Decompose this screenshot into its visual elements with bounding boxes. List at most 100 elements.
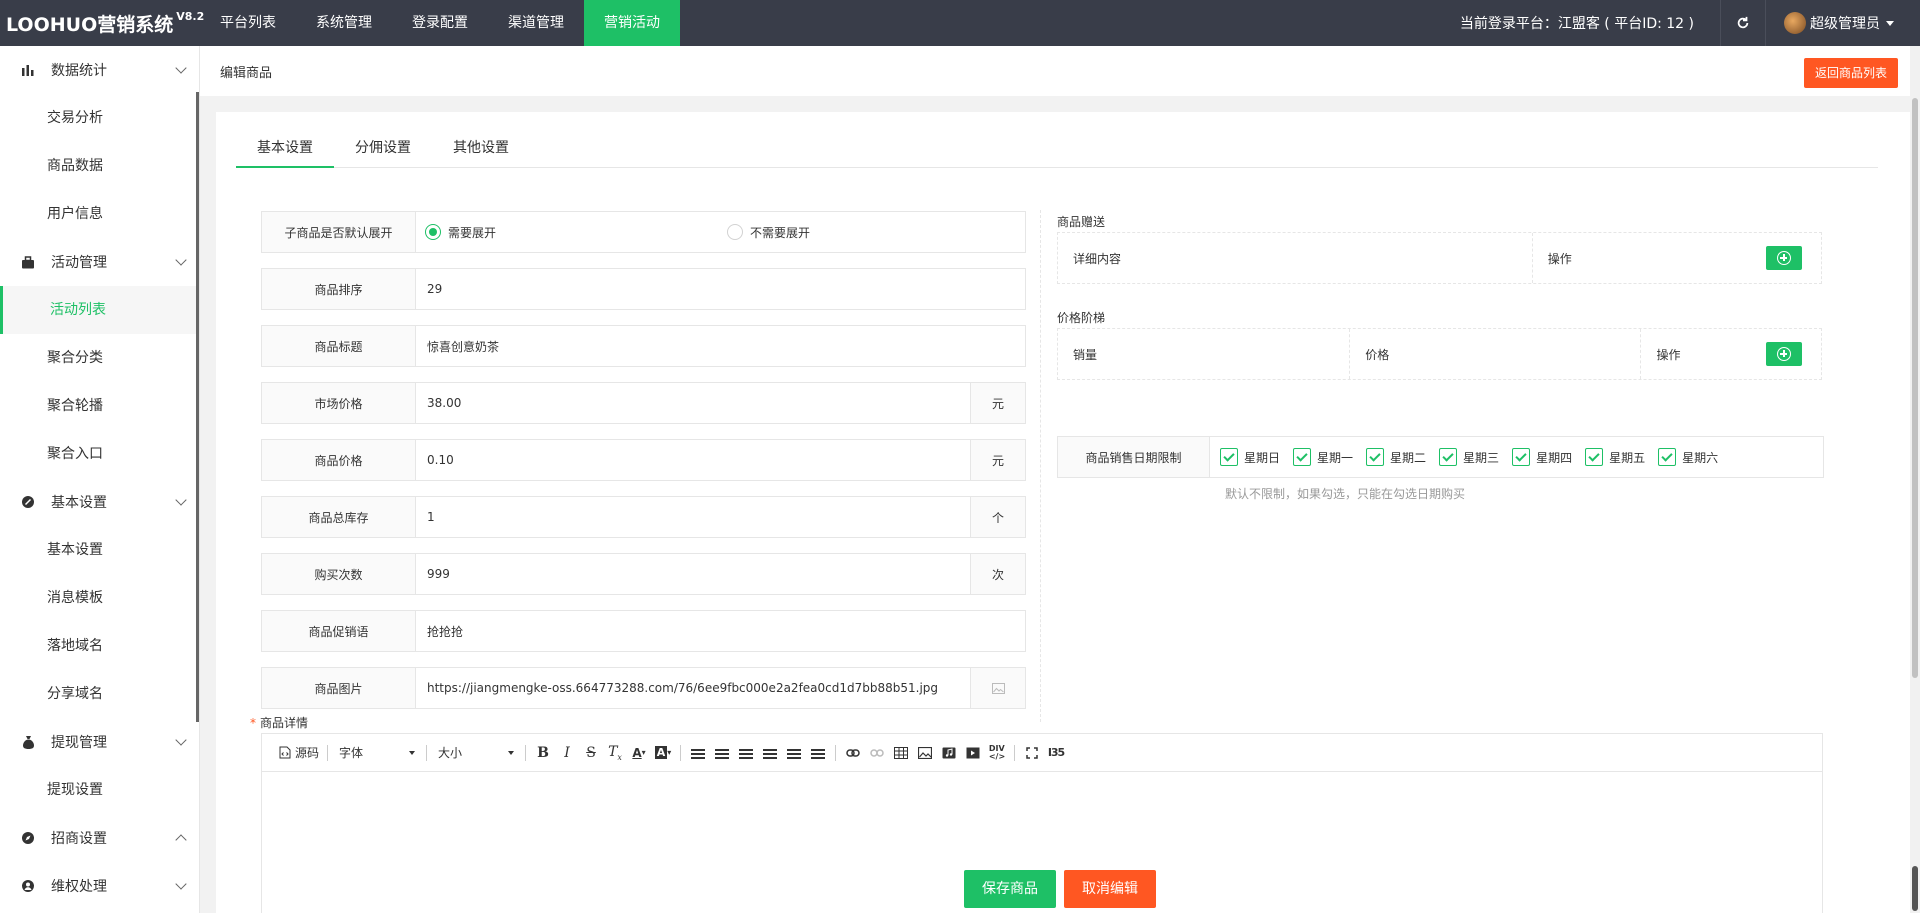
- sidebar-group-activity[interactable]: 活动管理: [0, 238, 199, 286]
- fullscreen-button[interactable]: [1020, 741, 1044, 765]
- checkbox-checked-icon: [1366, 448, 1385, 466]
- unlink-icon: [870, 748, 884, 757]
- stock-input[interactable]: [416, 497, 970, 537]
- add-tier-button[interactable]: [1766, 342, 1802, 366]
- sort-input[interactable]: [416, 269, 1025, 309]
- promo-input[interactable]: [416, 611, 1025, 651]
- html5-button[interactable]: I35: [1044, 741, 1068, 765]
- checkbox-monday[interactable]: 星期一: [1293, 448, 1353, 466]
- table-button[interactable]: [889, 741, 913, 765]
- cancel-edit-button[interactable]: 取消编辑: [1064, 870, 1156, 908]
- checkbox-sunday[interactable]: 星期日: [1220, 448, 1280, 466]
- chevron-down-icon: [175, 494, 187, 506]
- font-family-select[interactable]: 字体: [333, 741, 421, 765]
- back-to-list-button[interactable]: 返回商品列表: [1803, 58, 1898, 88]
- save-product-button[interactable]: 保存商品: [964, 870, 1056, 908]
- image-upload-button[interactable]: [970, 668, 1025, 708]
- sidebar-item-activity-list[interactable]: 活动列表: [0, 286, 199, 334]
- link-icon: [846, 748, 860, 757]
- top-nav-channel[interactable]: 渠道管理: [488, 0, 584, 46]
- align-right-button[interactable]: [734, 741, 758, 765]
- main-scrollbar[interactable]: [1910, 46, 1920, 913]
- checkbox-tuesday[interactable]: 星期二: [1366, 448, 1426, 466]
- radio-expand[interactable]: 需要展开: [425, 224, 496, 241]
- image-button[interactable]: [913, 741, 937, 765]
- clear-format-button[interactable]: Tx: [603, 741, 627, 765]
- custom-html-button[interactable]: DIV </>: [985, 741, 1009, 765]
- ordered-list-button[interactable]: [782, 741, 806, 765]
- price-input[interactable]: [416, 440, 970, 480]
- checkbox-saturday[interactable]: 星期六: [1658, 448, 1718, 466]
- refresh-button[interactable]: [1720, 0, 1766, 46]
- background-color-button[interactable]: A ▾: [651, 741, 675, 765]
- date-limit-hint: 默认不限制，如果勾选，只能在勾选日期购买: [1225, 487, 1466, 501]
- checkbox-label: 星期三: [1463, 450, 1500, 465]
- align-left-button[interactable]: [686, 741, 710, 765]
- unordered-list-button[interactable]: [806, 741, 830, 765]
- sidebar-group-basic-settings[interactable]: 基本设置: [0, 478, 199, 526]
- sidebar-item-share-domain[interactable]: 分享域名: [0, 670, 199, 718]
- sidebar-item-aggregate-entry[interactable]: 聚合入口: [0, 430, 199, 478]
- app-logo[interactable]: LOOHUO营销系统 V8.2: [0, 0, 204, 46]
- sort-label: 商品排序: [262, 269, 416, 309]
- sidebar-item-trade-analysis[interactable]: 交易分析: [0, 94, 199, 142]
- add-gift-button[interactable]: [1766, 246, 1802, 270]
- image-url-input[interactable]: [416, 668, 970, 708]
- sidebar-group-stats[interactable]: 数据统计: [0, 46, 199, 94]
- form-actions: 保存商品 取消编辑: [200, 870, 1920, 908]
- title-input[interactable]: [416, 326, 1025, 366]
- unit-suffix: 元: [970, 383, 1025, 423]
- unlink-button[interactable]: [865, 741, 889, 765]
- sidebar-group-rights[interactable]: 维权处理: [0, 862, 199, 910]
- bold-button[interactable]: B: [531, 741, 555, 765]
- toolbar-divider: [1014, 744, 1016, 761]
- scrollbar-thumb-secondary[interactable]: [1912, 866, 1918, 911]
- sidebar-item-aggregate-category[interactable]: 聚合分类: [0, 334, 199, 382]
- sidebar-scrollbar[interactable]: [196, 92, 199, 722]
- link-button[interactable]: [841, 741, 865, 765]
- top-nav-system[interactable]: 系统管理: [296, 0, 392, 46]
- market-price-input[interactable]: [416, 383, 970, 423]
- video-button[interactable]: [961, 741, 985, 765]
- sidebar-group-merchant[interactable]: 招商设置: [0, 814, 199, 862]
- user-menu[interactable]: 超级管理员: [1766, 12, 1920, 34]
- market-price-row: 市场价格 元: [261, 382, 1026, 424]
- audio-button[interactable]: [937, 741, 961, 765]
- source-code-button[interactable]: 源码: [276, 741, 322, 765]
- checkbox-thursday[interactable]: 星期四: [1512, 448, 1572, 466]
- checkbox-label: 星期六: [1682, 450, 1719, 465]
- purchase-count-input[interactable]: [416, 554, 970, 594]
- title-row: 商品标题: [261, 325, 1026, 367]
- bold-icon: B: [537, 744, 549, 761]
- font-color-icon: A: [632, 745, 642, 760]
- italic-button[interactable]: I: [555, 741, 579, 765]
- tab-basic-settings[interactable]: 基本设置: [236, 128, 334, 168]
- sidebar-item-basic-settings[interactable]: 基本设置: [0, 526, 199, 574]
- top-bar: LOOHUO营销系统 V8.2 平台列表 系统管理 登录配置 渠道管理 营销活动 …: [0, 0, 1920, 46]
- sidebar-group-withdraw[interactable]: 提现管理: [0, 718, 199, 766]
- sidebar: 数据统计 交易分析 商品数据 用户信息 活动管理 活动列表 聚合分类 聚合轮播 …: [0, 46, 200, 913]
- top-nav-platform-list[interactable]: 平台列表: [200, 0, 296, 46]
- sidebar-item-user-info[interactable]: 用户信息: [0, 190, 199, 238]
- radio-no-expand[interactable]: 不需要展开: [727, 224, 810, 241]
- checkbox-wednesday[interactable]: 星期三: [1439, 448, 1499, 466]
- scrollbar-thumb[interactable]: [1912, 98, 1918, 678]
- top-nav-marketing[interactable]: 营销活动: [584, 0, 680, 46]
- justify-button[interactable]: [758, 741, 782, 765]
- tab-commission-settings[interactable]: 分佣设置: [334, 128, 432, 168]
- strikethrough-button[interactable]: S: [579, 741, 603, 765]
- chevron-up-icon: [175, 834, 187, 846]
- tab-other-settings[interactable]: 其他设置: [432, 128, 530, 168]
- sidebar-item-message-template[interactable]: 消息模板: [0, 574, 199, 622]
- checkbox-checked-icon: [1220, 448, 1238, 466]
- font-size-select[interactable]: 大小: [432, 741, 520, 765]
- background-color-icon: A: [654, 746, 668, 759]
- align-center-button[interactable]: [710, 741, 734, 765]
- checkbox-friday[interactable]: 星期五: [1585, 448, 1645, 466]
- top-nav-login-config[interactable]: 登录配置: [392, 0, 488, 46]
- sidebar-item-aggregate-carousel[interactable]: 聚合轮播: [0, 382, 199, 430]
- sidebar-item-product-data[interactable]: 商品数据: [0, 142, 199, 190]
- sidebar-item-landing-domain[interactable]: 落地域名: [0, 622, 199, 670]
- font-color-button[interactable]: A ▾: [627, 741, 651, 765]
- sidebar-item-withdraw-settings[interactable]: 提现设置: [0, 766, 199, 814]
